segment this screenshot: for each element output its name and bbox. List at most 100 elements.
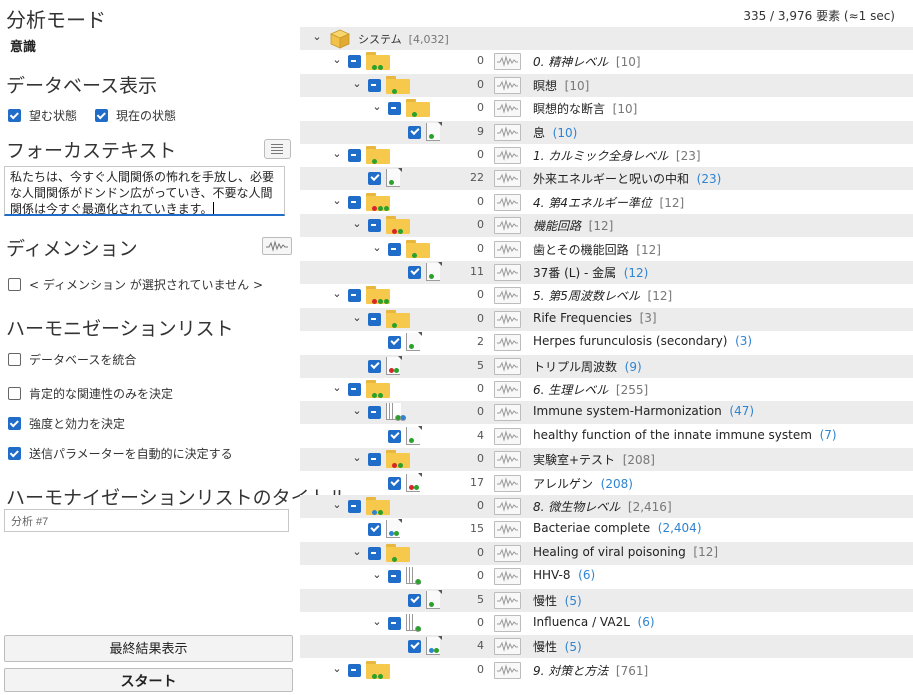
waveform-icon[interactable] <box>494 592 521 609</box>
chevron-down-icon[interactable]: ⌄ <box>372 569 382 581</box>
waveform-icon[interactable] <box>494 428 521 445</box>
waveform-icon[interactable] <box>494 521 521 538</box>
tree-row[interactable]: ⌄ 0 9. 対策と方法 [761] <box>300 659 913 682</box>
chevron-down-icon[interactable]: ⌄ <box>352 218 362 230</box>
desired-state-checkbox[interactable]: 望む状態 現在の状態 <box>8 106 176 124</box>
chevron-down-icon[interactable]: ⌄ <box>372 242 382 254</box>
tree-row[interactable]: 17 アレルゲン (208) <box>300 472 913 495</box>
chevron-down-icon[interactable]: ⌄ <box>372 616 382 628</box>
tree-row[interactable]: ⌄ 0 機能回路 [12] <box>300 214 913 237</box>
chevron-down-icon[interactable]: ⌄ <box>352 78 362 90</box>
waveform-icon[interactable] <box>494 545 521 562</box>
tree-checkbox[interactable] <box>348 500 361 513</box>
waveform-icon[interactable] <box>494 451 521 468</box>
waveform-icon[interactable] <box>494 217 521 234</box>
tree-checkbox[interactable] <box>368 406 381 419</box>
tree-row[interactable]: 22 外来エネルギーと呪いの中和 (23) <box>300 167 913 190</box>
tree-checkbox[interactable] <box>348 289 361 302</box>
tree-row[interactable]: ⌄ 0 4. 第4エネルギー準位 [12] <box>300 191 913 214</box>
tree-row[interactable]: ⌄ 0 5. 第5周波数レベル [12] <box>300 284 913 307</box>
tree-checkbox[interactable] <box>368 219 381 232</box>
tree-row[interactable]: 4 healthy function of the innate immune s… <box>300 425 913 448</box>
tree-checkbox[interactable] <box>348 55 361 68</box>
tree-checkbox[interactable] <box>388 336 401 349</box>
tree-checkbox[interactable] <box>368 79 381 92</box>
waveform-icon[interactable] <box>494 287 521 304</box>
waveform-icon[interactable] <box>262 237 292 255</box>
dimension-selector[interactable]: < ディメンション が選択されていません > <box>8 275 263 293</box>
tree-root-row[interactable]: ⌄ システム [4,032] <box>300 27 913 50</box>
text-list-button[interactable] <box>264 139 291 159</box>
checkbox-icon[interactable] <box>8 446 21 460</box>
final-results-button[interactable]: 最終結果表示 <box>4 635 293 662</box>
waveform-icon[interactable] <box>494 662 521 679</box>
waveform-icon[interactable] <box>494 568 521 585</box>
chevron-down-icon[interactable]: ⌄ <box>332 148 342 160</box>
tree-checkbox[interactable] <box>388 477 401 490</box>
chevron-down-icon[interactable]: ⌄ <box>332 382 342 394</box>
tree-row[interactable]: 15 Bacteriae complete (2,404) <box>300 518 913 541</box>
waveform-icon[interactable] <box>494 264 521 281</box>
chevron-down-icon[interactable]: ⌄ <box>312 31 322 43</box>
tree-checkbox[interactable] <box>348 664 361 677</box>
checkbox-icon[interactable] <box>8 277 21 291</box>
current-state-checkbox[interactable] <box>95 108 109 122</box>
waveform-icon[interactable] <box>494 615 521 632</box>
auto-params-checkbox[interactable]: 送信パラメーターを自動的に決定する <box>8 444 233 462</box>
tree-row[interactable]: ⌄ 0 瞑想的な断言 [10] <box>300 97 913 120</box>
positive-only-checkbox[interactable]: 肯定的な関連性のみを決定 <box>8 384 173 402</box>
start-button[interactable]: スタート <box>4 668 293 692</box>
tree-row[interactable]: ⌄ 0 Influenca / VA2L (6) <box>300 612 913 635</box>
analysis-mode-value[interactable]: 意識 <box>10 36 36 55</box>
analysis-tree[interactable]: ⌄ システム [4,032] ⌄ 0 0. 精神レベル [10] ⌄ 0 瞑想 [10] ⌄… <box>300 27 913 684</box>
waveform-icon[interactable] <box>494 334 521 351</box>
waveform-icon[interactable] <box>494 194 521 211</box>
waveform-icon[interactable] <box>494 147 521 164</box>
tree-row[interactable]: 4 慢性 (5) <box>300 635 913 658</box>
tree-row[interactable]: 2 Herpes furunculosis (secondary) (3) <box>300 331 913 354</box>
chevron-down-icon[interactable]: ⌄ <box>352 452 362 464</box>
tree-checkbox[interactable] <box>388 617 401 630</box>
tree-row[interactable]: ⌄ 0 8. 微生物レベル [2,416] <box>300 495 913 518</box>
tree-checkbox[interactable] <box>368 360 381 373</box>
tree-row[interactable]: ⌄ 0 歯とその機能回路 [12] <box>300 238 913 261</box>
list-title-input[interactable] <box>4 509 289 532</box>
tree-row[interactable]: 5 慢性 (5) <box>300 589 913 612</box>
tree-checkbox[interactable] <box>368 172 381 185</box>
waveform-icon[interactable] <box>494 77 521 94</box>
tree-checkbox[interactable] <box>368 453 381 466</box>
waveform-icon[interactable] <box>494 475 521 492</box>
waveform-icon[interactable] <box>494 404 521 421</box>
tree-row[interactable]: ⌄ 0 0. 精神レベル [10] <box>300 50 913 73</box>
chevron-down-icon[interactable]: ⌄ <box>332 499 342 511</box>
tree-checkbox[interactable] <box>408 594 421 607</box>
chevron-down-icon[interactable]: ⌄ <box>372 101 382 113</box>
tree-checkbox[interactable] <box>368 547 381 560</box>
tree-checkbox[interactable] <box>408 266 421 279</box>
tree-row[interactable]: ⌄ 0 実験室+テスト [208] <box>300 448 913 471</box>
waveform-icon[interactable] <box>494 498 521 515</box>
waveform-icon[interactable] <box>494 381 521 398</box>
waveform-icon[interactable] <box>494 241 521 258</box>
tree-row[interactable]: ⌄ 0 6. 生理レベル [255] <box>300 378 913 401</box>
waveform-icon[interactable] <box>494 311 521 328</box>
tree-row[interactable]: ⌄ 0 Rife Frequencies [3] <box>300 308 913 331</box>
tree-checkbox[interactable] <box>388 570 401 583</box>
waveform-icon[interactable] <box>494 638 521 655</box>
waveform-icon[interactable] <box>494 100 521 117</box>
tree-checkbox[interactable] <box>388 102 401 115</box>
chevron-down-icon[interactable]: ⌄ <box>352 405 362 417</box>
merge-database-checkbox[interactable]: データベースを統合 <box>8 350 136 368</box>
checkbox-icon[interactable] <box>8 416 21 430</box>
waveform-icon[interactable] <box>494 170 521 187</box>
chevron-down-icon[interactable]: ⌄ <box>352 546 362 558</box>
waveform-icon[interactable] <box>494 124 521 141</box>
tree-checkbox[interactable] <box>348 196 361 209</box>
checkbox-icon[interactable] <box>8 352 21 366</box>
chevron-down-icon[interactable]: ⌄ <box>332 663 342 675</box>
chevron-down-icon[interactable]: ⌄ <box>332 288 342 300</box>
tree-row[interactable]: ⌄ 0 瞑想 [10] <box>300 74 913 97</box>
focus-text-field[interactable]: 私たちは、今すぐ人間関係の怖れを手放し、必要な人間関係がドンドン広がっていき、不… <box>4 166 285 216</box>
chevron-down-icon[interactable]: ⌄ <box>332 195 342 207</box>
tree-row[interactable]: ⌄ 0 1. カルミック全身レベル [23] <box>300 144 913 167</box>
